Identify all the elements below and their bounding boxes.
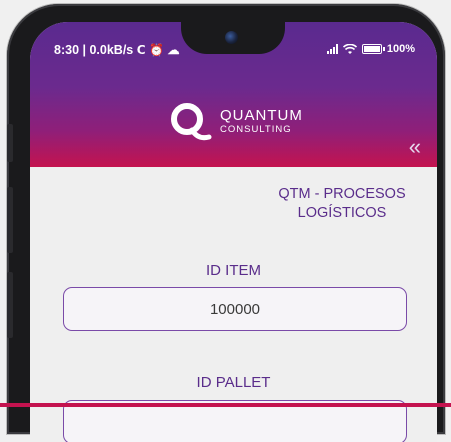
alarm-icon: ⏰ [149,43,164,57]
logo-title: QUANTUM [220,106,303,124]
quantum-logo-icon [171,103,212,141]
id-item-input[interactable]: 100000 [63,287,407,331]
id-item-label: ID ITEM [206,262,261,279]
camera-notch [181,22,285,54]
bottom-divider [0,403,451,407]
id-pallet-label: ID PALLET [196,374,271,391]
status-bar-left: 8:30 | 0.0kB/s 𝗖 ⏰ ☁ [54,43,179,57]
wifi-icon [342,43,357,54]
notification-icon: 𝗖 [136,43,146,57]
logo-subtitle: CONSULTING [220,123,292,135]
signal-icon [326,44,338,54]
page-title: QTM - PROCESOS LOGÍSTICOS [278,186,406,221]
cloud-icon: ☁ [167,43,180,57]
side-button [7,272,13,338]
battery-icon [361,44,385,54]
app-screen: 8:30 | 0.0kB/s 𝗖 ⏰ ☁ 100% QUANTUM CONSUL… [30,22,437,442]
side-button [7,187,13,253]
collapse-menu-icon[interactable]: « [409,136,421,158]
status-bar-right: 100% [326,43,415,55]
phone-frame: 8:30 | 0.0kB/s 𝗖 ⏰ ☁ 100% QUANTUM CONSUL… [7,4,445,442]
status-text: 8:30 | 0.0kB/s [54,43,134,57]
company-logo: QUANTUM CONSULTING [168,100,303,142]
side-button [7,124,13,162]
front-camera [225,31,238,44]
battery-percent: 100% [386,43,415,55]
app-header: 8:30 | 0.0kB/s 𝗖 ⏰ ☁ 100% QUANTUM CONSUL… [30,22,437,167]
